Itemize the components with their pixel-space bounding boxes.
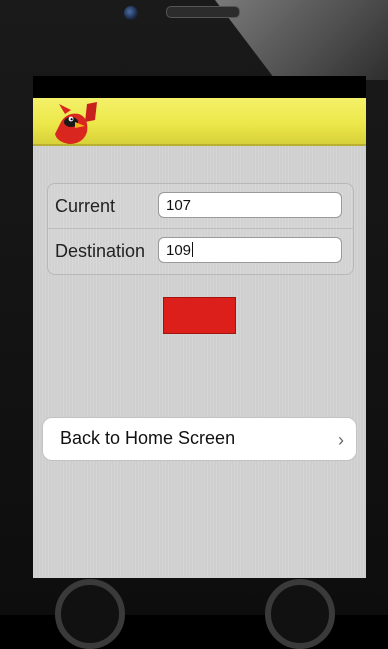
form-group: Current 107 Destination 109 [47,183,354,275]
chevron-right-icon: › [338,430,344,450]
bezel-glare [215,0,388,80]
current-value: 107 [166,197,192,214]
home-button-left [55,579,125,649]
phone-frame: Current 107 Destination 109 Back to Home… [0,0,388,649]
back-to-home-label: Back to Home Screen [60,428,236,448]
app-screen: Current 107 Destination 109 Back to Home… [33,76,366,578]
home-button-right [265,579,335,649]
cardinal-mascot-icon [55,102,97,144]
current-label: Current [55,196,116,216]
status-bar [33,76,366,98]
header-bar [33,98,366,146]
text-cursor [192,242,194,257]
camera-icon [124,6,138,20]
go-button[interactable] [163,297,236,334]
speaker-grille [166,6,240,18]
current-input[interactable]: 107 [158,192,342,218]
destination-value: 109 [166,242,192,259]
back-to-home-button[interactable]: Back to Home Screen › [42,417,357,461]
current-row: Current 107 [48,184,353,229]
destination-label: Destination [55,241,146,261]
destination-row: Destination 109 [48,229,353,273]
destination-input[interactable]: 109 [158,237,342,263]
